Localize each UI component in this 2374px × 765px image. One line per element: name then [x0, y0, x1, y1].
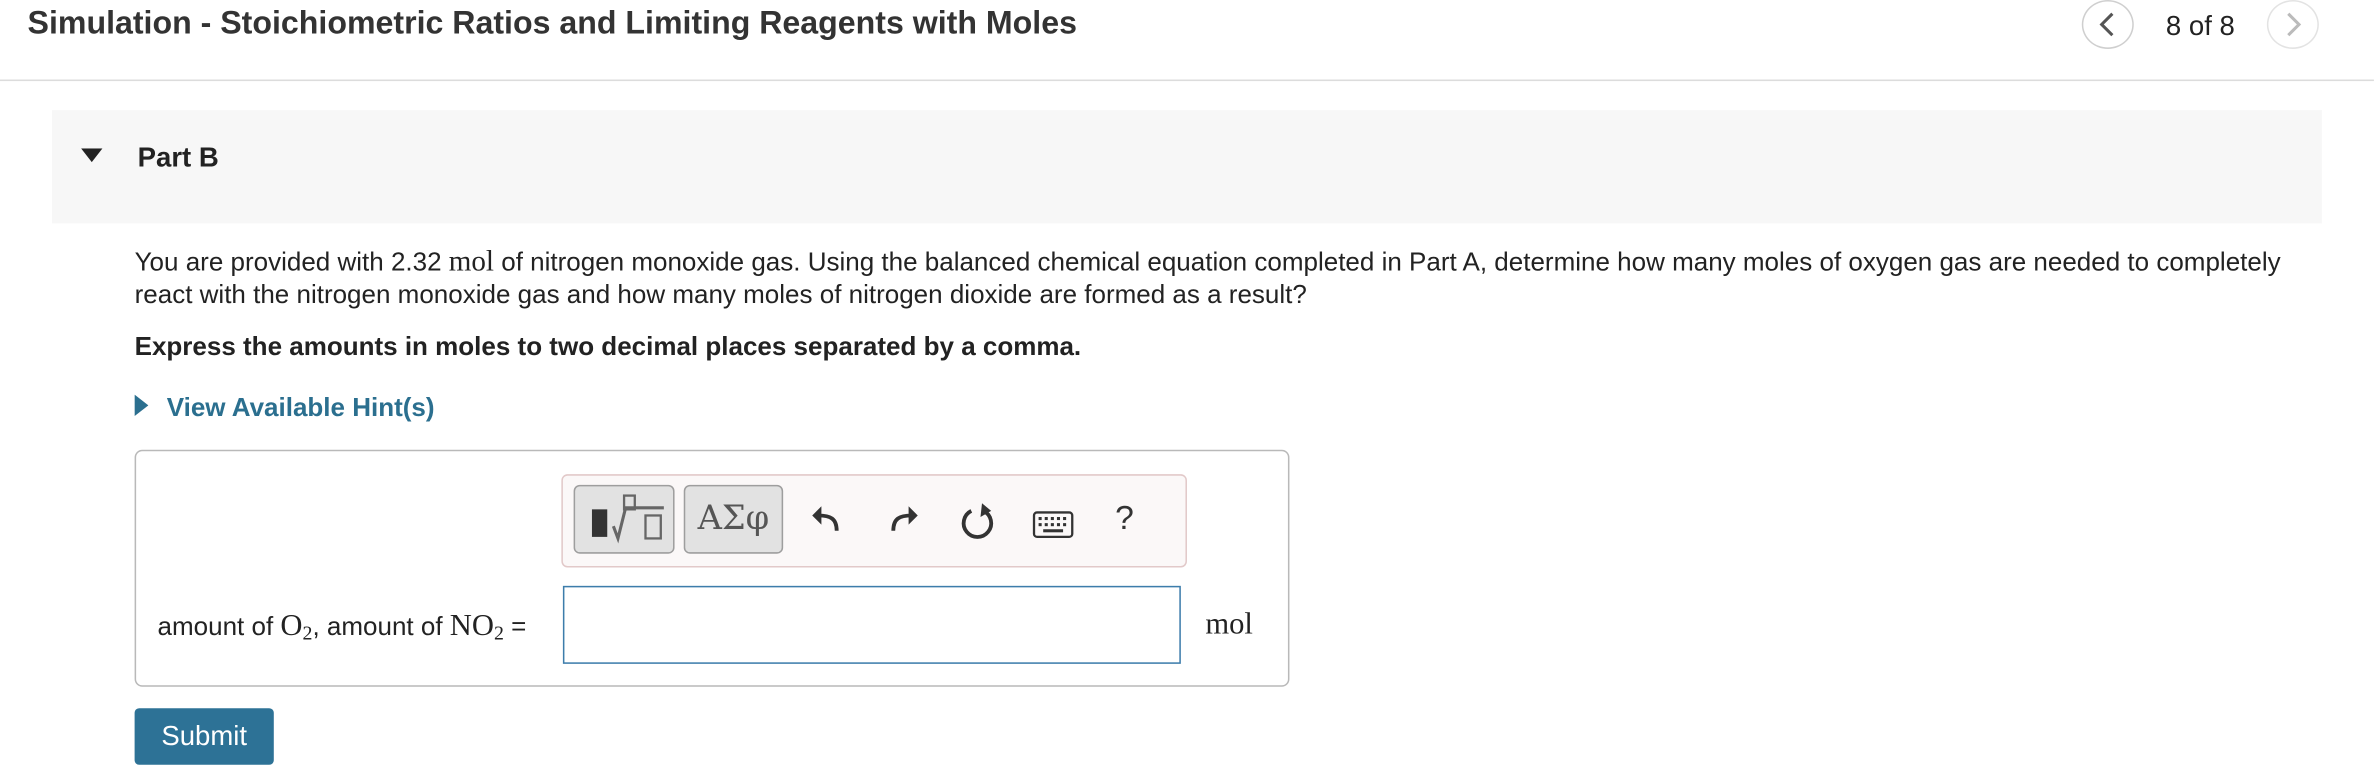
answer-input[interactable] — [562, 585, 1181, 664]
o2-formula: O — [280, 608, 303, 643]
undo-icon[interactable] — [809, 503, 843, 537]
question-text-before: You are provided with 2.32 — [134, 247, 449, 277]
no2-formula: NO — [449, 608, 494, 643]
question-text: You are provided with 2.32 mol of nitrog… — [135, 246, 2338, 310]
math-templates-icon — [591, 494, 664, 544]
header: Simulation - Stoichiometric Ratios and L… — [0, 0, 2374, 82]
chevron-left-icon — [2099, 12, 2114, 37]
instruction-text: Express the amounts in moles to two deci… — [134, 331, 1082, 361]
item-counter: 8 of 8 — [2165, 10, 2235, 42]
part-label: Part B — [137, 142, 219, 173]
templates-button[interactable] — [573, 484, 675, 554]
greek-symbols-button[interactable]: ΑΣφ — [683, 484, 784, 554]
part-header[interactable] — [52, 110, 2322, 224]
caret-right-icon[interactable] — [134, 394, 149, 417]
keyboard-icon[interactable] — [1032, 511, 1074, 539]
question-unit: mol — [448, 246, 495, 279]
caret-down-icon[interactable] — [81, 148, 103, 163]
answer-label-prefix: amount of — [157, 611, 281, 641]
chevron-right-icon — [2287, 12, 2302, 37]
equals-sign: = — [503, 611, 527, 641]
view-hints-link[interactable]: View Available Hint(s) — [167, 393, 435, 424]
submit-button[interactable]: Submit — [134, 708, 274, 765]
reset-icon[interactable] — [959, 502, 996, 542]
o2-subscript: 2 — [302, 621, 313, 644]
help-button[interactable]: ? — [1115, 499, 1134, 539]
page: Simulation - Stoichiometric Ratios and L… — [0, 0, 2374, 765]
greek-symbols-label: ΑΣφ — [697, 500, 770, 539]
previous-button[interactable] — [2081, 0, 2134, 49]
page-title: Simulation - Stoichiometric Ratios and L… — [27, 6, 1077, 42]
answer-label-middle: , amount of — [312, 611, 450, 641]
next-button[interactable] — [2266, 0, 2319, 49]
answer-label: amount of O2, amount of NO2 = — [158, 609, 527, 646]
redo-icon[interactable] — [887, 503, 921, 537]
answer-unit: mol — [1205, 607, 1253, 641]
